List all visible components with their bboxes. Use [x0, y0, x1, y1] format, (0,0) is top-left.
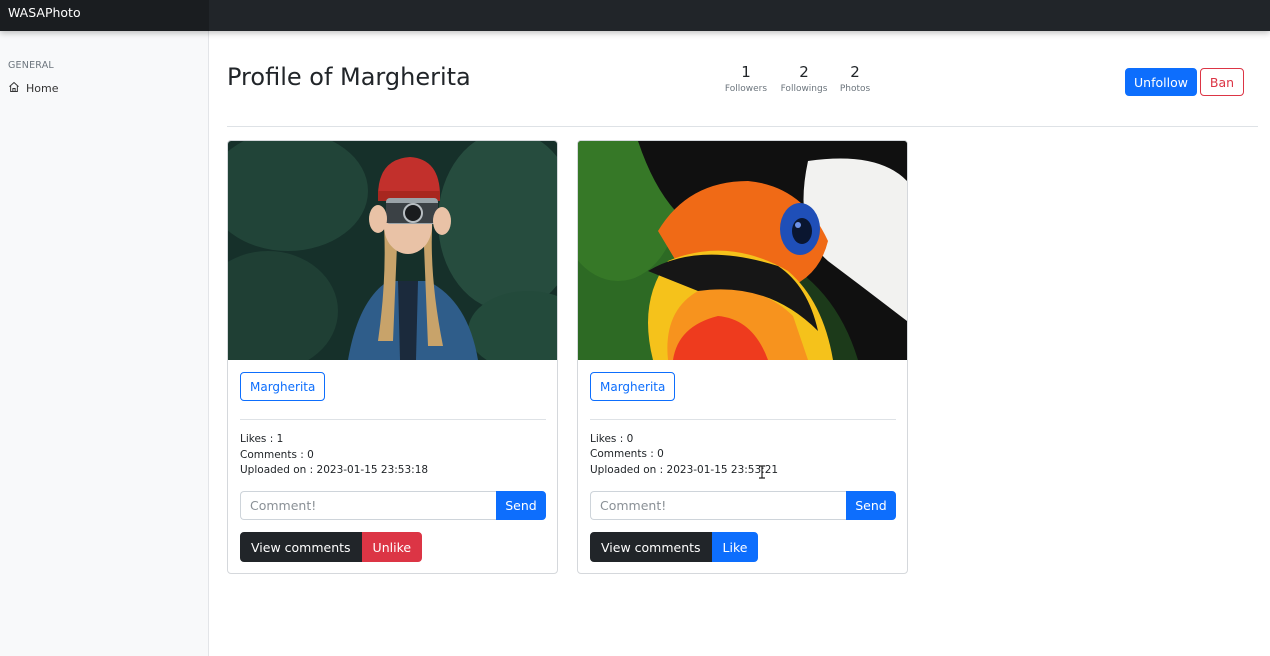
send-comment-button[interactable]: Send [846, 491, 896, 520]
photos-count: 2 [850, 63, 860, 81]
card-divider [590, 419, 896, 420]
comment-input[interactable] [590, 491, 846, 520]
top-navbar: WASAPhoto [0, 0, 1270, 31]
comment-input-group: Send [590, 491, 896, 520]
comment-input-group: Send [240, 491, 546, 520]
unfollow-button[interactable]: Unfollow [1125, 68, 1197, 96]
likes-count: Likes : 0 [590, 433, 634, 445]
comments-count: Comments : 0 [240, 449, 314, 461]
photo-image[interactable] [578, 141, 907, 360]
photo-card: Margherita Likes : 0 Comments : 0 Upload… [577, 140, 908, 574]
photos-stat: 2 Photos [835, 63, 875, 94]
likes-count: Likes : 1 [240, 433, 284, 445]
view-comments-button[interactable]: View comments [590, 532, 712, 562]
followings-label: Followings [780, 84, 828, 94]
owner-button[interactable]: Margherita [590, 372, 676, 401]
app-brand[interactable]: WASAPhoto [0, 0, 209, 31]
followers-stat: 1 Followers [721, 63, 771, 94]
followers-count: 1 [741, 63, 751, 81]
upload-date: Uploaded on : 2023-01-15 23:53:18 [240, 464, 429, 476]
view-comments-button[interactable]: View comments [240, 532, 362, 562]
owner-button[interactable]: Margherita [240, 372, 326, 401]
like-button[interactable]: Like [711, 532, 759, 562]
page-title: Profile of Margherita [227, 63, 471, 91]
photos-label: Photos [839, 84, 871, 94]
home-icon [8, 81, 20, 96]
photo-actions: View comments Unlike [240, 532, 423, 562]
main-content: Profile of Margherita 1 Followers 2 Foll… [209, 31, 1270, 656]
unlike-button[interactable]: Unlike [361, 532, 423, 562]
photo-image[interactable] [228, 141, 557, 360]
sidebar-item-label: Home [26, 82, 59, 95]
photo-actions: View comments Like [590, 532, 759, 562]
sidebar-heading: GENERAL [8, 60, 54, 71]
sidebar: GENERAL Home [0, 31, 209, 656]
comments-count: Comments : 0 [590, 448, 664, 460]
followings-count: 2 [799, 63, 809, 81]
followings-stat: 2 Followings [776, 63, 832, 94]
photo-card: Margherita Likes : 1 Comments : 0 Upload… [227, 140, 558, 574]
text-cursor-icon [759, 465, 765, 479]
ban-button[interactable]: Ban [1200, 68, 1244, 96]
sidebar-item-home[interactable]: Home [8, 81, 58, 96]
card-divider [240, 419, 546, 420]
send-comment-button[interactable]: Send [496, 491, 546, 520]
upload-date: Uploaded on : 2023-01-15 23:53:21 [590, 464, 779, 476]
followers-label: Followers [724, 84, 768, 94]
header-divider [227, 126, 1258, 127]
comment-input[interactable] [240, 491, 496, 520]
